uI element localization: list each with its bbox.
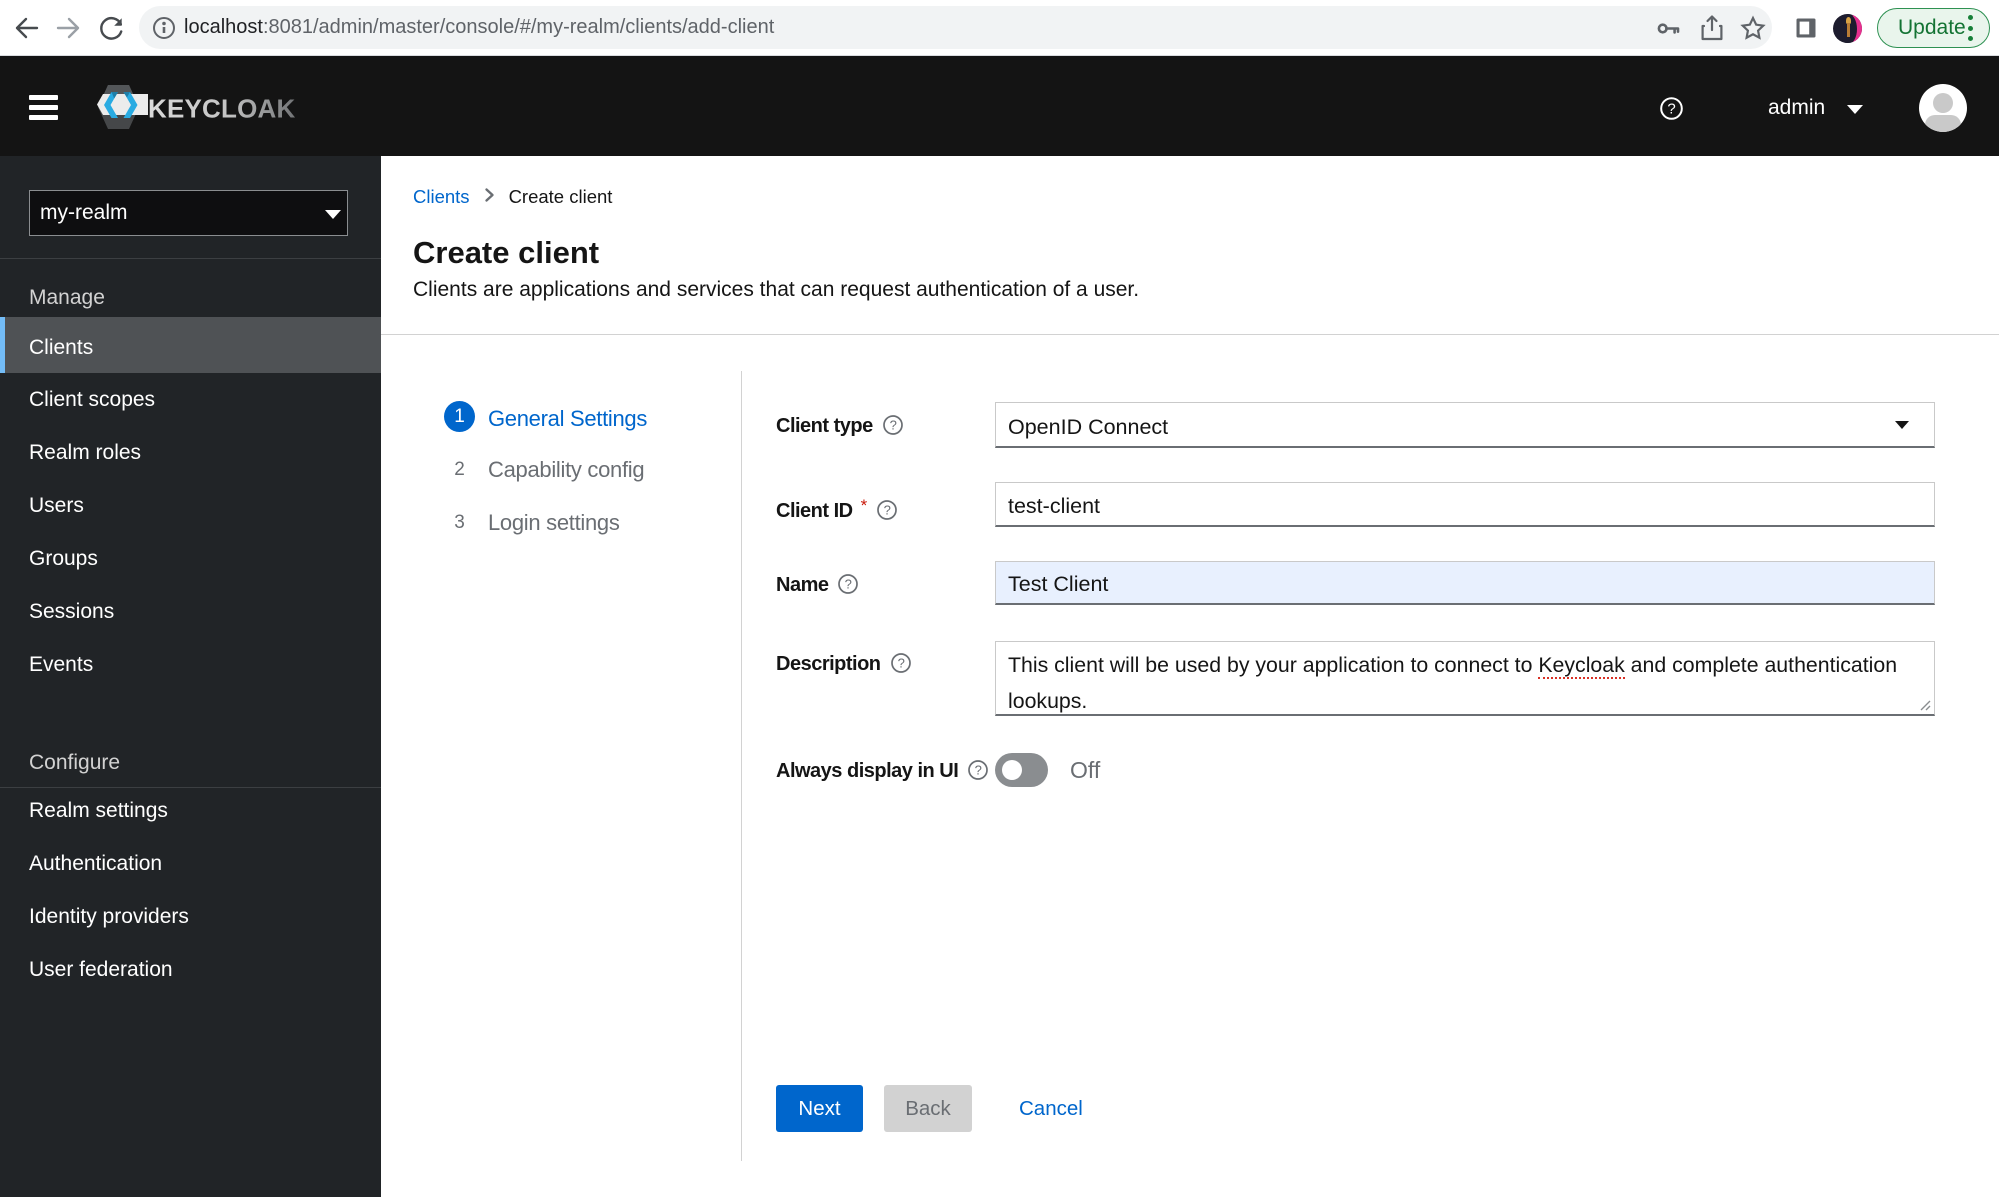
svg-text:?: ? [845, 577, 852, 592]
svg-text:?: ? [975, 763, 982, 778]
svg-text:KEYCLOAK: KEYCLOAK [148, 94, 296, 124]
svg-text:?: ? [897, 656, 904, 671]
svg-text:?: ? [1667, 101, 1675, 118]
svg-text:?: ? [883, 503, 890, 518]
svg-text:?: ? [889, 418, 896, 433]
